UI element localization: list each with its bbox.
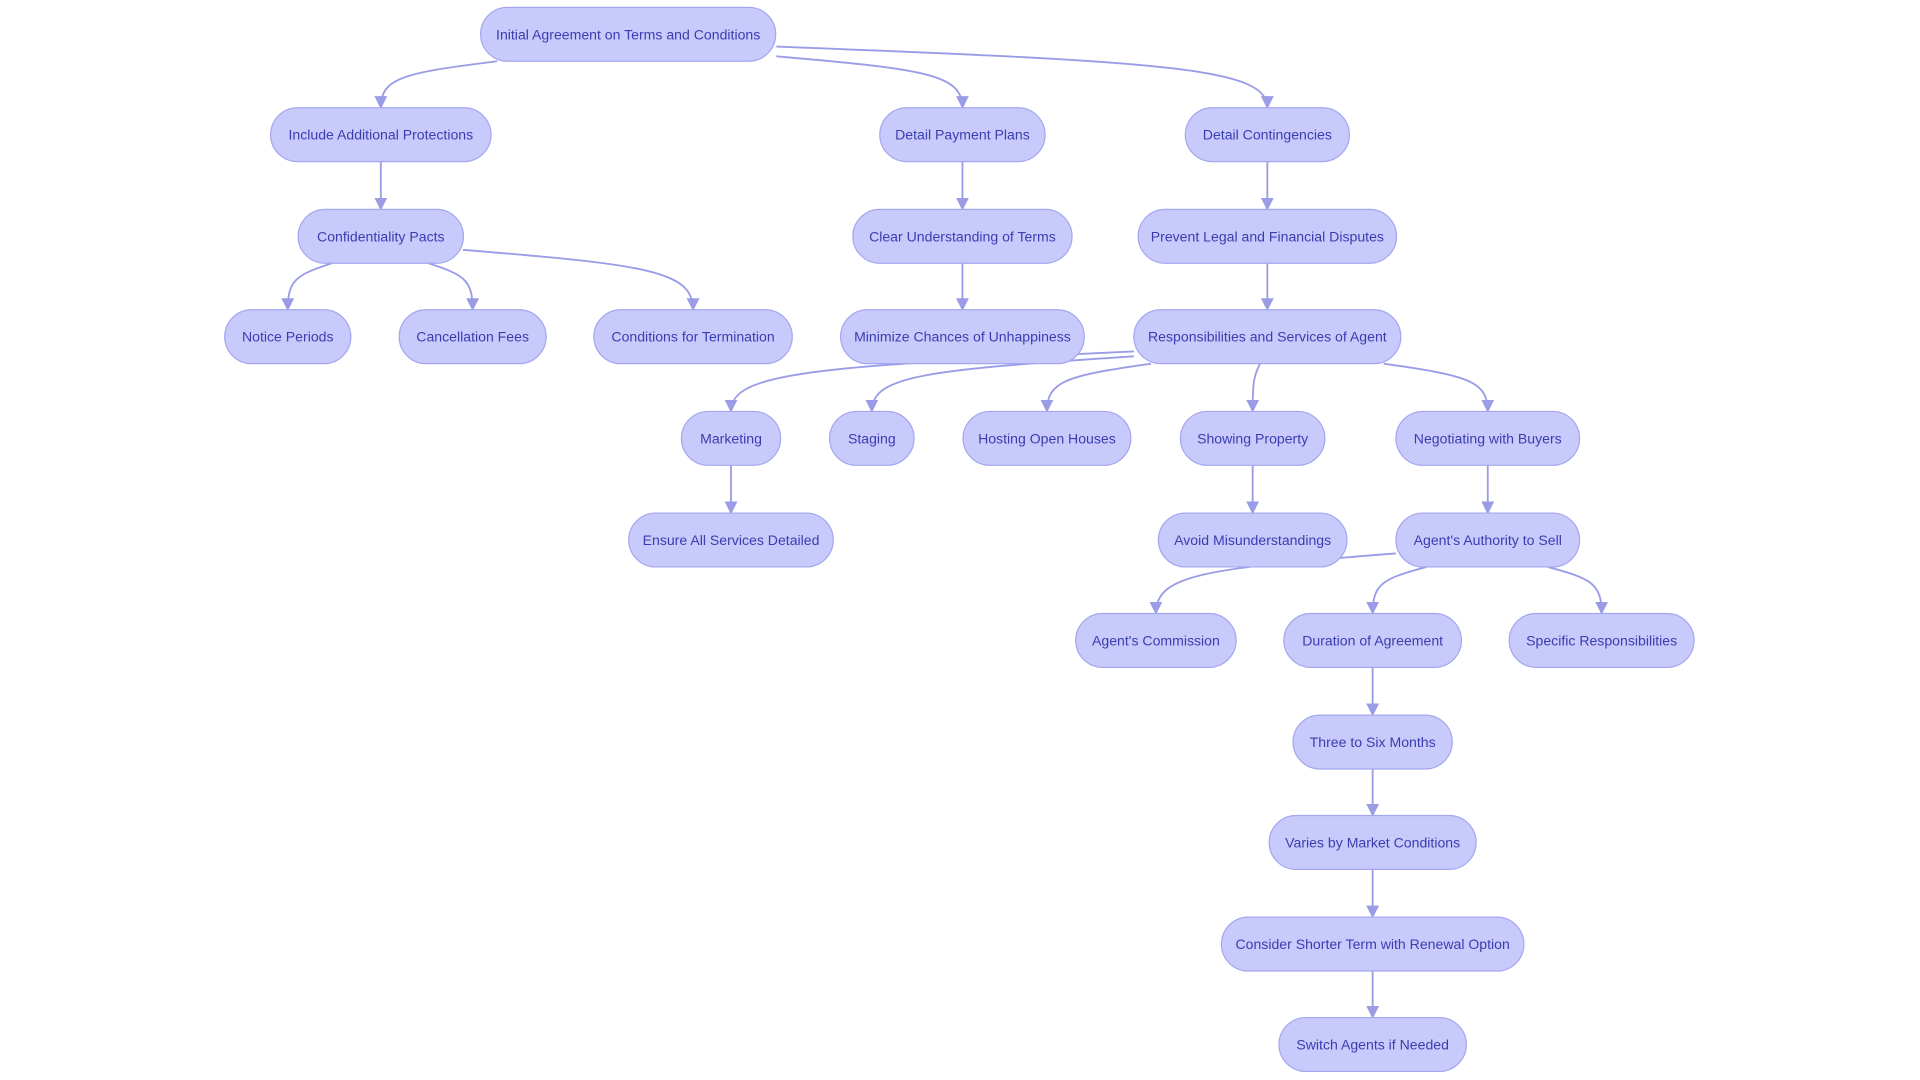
node-label: Agent's Commission (1092, 632, 1220, 648)
node-n8[interactable]: Cancellation Fees (398, 309, 547, 365)
node-n25[interactable]: Consider Shorter Term with Renewal Optio… (1220, 916, 1525, 972)
node-label: Three to Six Months (1310, 734, 1436, 750)
node-label: Clear Understanding of Terms (869, 228, 1056, 244)
node-label: Duration of Agreement (1302, 632, 1443, 648)
node-label: Conditions for Termination (611, 329, 774, 345)
node-n2[interactable]: Detail Payment Plans (879, 107, 1046, 163)
node-n6[interactable]: Prevent Legal and Financial Disputes (1137, 208, 1398, 264)
edge-n11-n15 (1246, 363, 1261, 413)
node-label: Negotiating with Buyers (1414, 430, 1562, 446)
node-label: Avoid Misunderstandings (1174, 532, 1331, 548)
edge-n11-n14 (1040, 362, 1152, 413)
node-n11[interactable]: Responsibilities and Services of Agent (1133, 309, 1402, 365)
node-label: Initial Agreement on Terms and Condition… (496, 26, 760, 42)
edge-n4-n8 (428, 262, 480, 312)
node-label: Detail Contingencies (1203, 127, 1332, 143)
node-label: Showing Property (1197, 430, 1309, 446)
node-label: Notice Periods (242, 329, 334, 345)
node-n10[interactable]: Minimize Chances of Unhappiness (840, 309, 1085, 365)
node-label: Cancellation Fees (416, 329, 529, 345)
node-label: Specific Responsibilities (1526, 632, 1677, 648)
node-label: Consider Shorter Term with Renewal Optio… (1235, 936, 1509, 952)
node-n14[interactable]: Hosting Open Houses (962, 410, 1132, 466)
node-n4[interactable]: Confidentiality Pacts (297, 208, 465, 264)
node-label: Marketing (700, 430, 762, 446)
node-label: Agent's Authority to Sell (1414, 532, 1562, 548)
node-n12[interactable]: Marketing (680, 410, 782, 466)
node-n21[interactable]: Duration of Agreement (1283, 612, 1463, 668)
node-n23[interactable]: Three to Six Months (1292, 714, 1453, 770)
node-label: Include Additional Protections (288, 127, 473, 143)
node-label: Varies by Market Conditions (1285, 834, 1460, 850)
edge-n4-n9 (462, 248, 700, 312)
node-n0[interactable]: Initial Agreement on Terms and Condition… (480, 6, 777, 62)
flowchart-diagram: Initial Agreement on Terms and Condition… (224, 6, 1695, 1073)
node-label: Confidentiality Pacts (317, 228, 445, 244)
node-n26[interactable]: Switch Agents if Needed (1278, 1016, 1467, 1073)
node-n17[interactable]: Ensure All Services Detailed (628, 512, 834, 568)
node-n3[interactable]: Detail Contingencies (1184, 107, 1350, 163)
node-n20[interactable]: Agent's Commission (1075, 612, 1237, 668)
node-n18[interactable]: Avoid Misunderstandings (1157, 512, 1348, 568)
edge-n11-n16 (1383, 362, 1495, 413)
edge-n19-n22 (1547, 566, 1609, 615)
node-n7[interactable]: Notice Periods (224, 309, 352, 365)
edge-n4-n7 (281, 262, 333, 312)
node-n5[interactable]: Clear Understanding of Terms (852, 208, 1073, 264)
node-n24[interactable]: Varies by Market Conditions (1268, 814, 1477, 870)
node-label: Switch Agents if Needed (1296, 1036, 1449, 1052)
node-label: Responsibilities and Services of Agent (1148, 329, 1387, 345)
node-label: Minimize Chances of Unhappiness (854, 329, 1071, 345)
node-label: Hosting Open Houses (978, 430, 1116, 446)
edge-n0-n3 (776, 45, 1274, 110)
node-label: Staging (848, 430, 896, 446)
node-n9[interactable]: Conditions for Termination (593, 309, 793, 365)
node-n1[interactable]: Include Additional Protections (270, 107, 492, 163)
node-n16[interactable]: Negotiating with Buyers (1395, 410, 1581, 466)
node-n22[interactable]: Specific Responsibilities (1508, 612, 1695, 668)
edge-n11-n13 (865, 355, 1134, 413)
node-n13[interactable]: Staging (828, 410, 915, 466)
node-label: Ensure All Services Detailed (643, 532, 820, 548)
node-n19[interactable]: Agent's Authority to Sell (1395, 512, 1581, 568)
edge-n19-n21 (1366, 566, 1427, 615)
edge-n0-n2 (776, 55, 969, 110)
nodes-layer: Initial Agreement on Terms and Condition… (224, 6, 1695, 1073)
node-label: Prevent Legal and Financial Disputes (1151, 228, 1384, 244)
edge-n0-n1 (374, 60, 498, 110)
node-n15[interactable]: Showing Property (1179, 410, 1326, 466)
node-label: Detail Payment Plans (895, 127, 1030, 143)
